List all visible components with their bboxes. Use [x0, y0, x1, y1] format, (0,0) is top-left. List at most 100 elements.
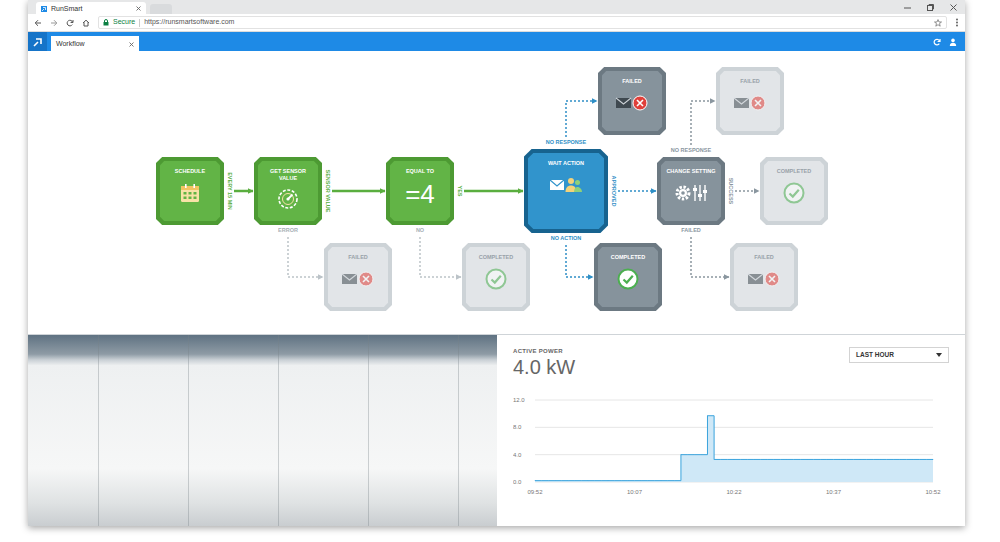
data-point	[607, 480, 609, 482]
node-body: FAILED	[602, 71, 662, 131]
data-point	[640, 480, 642, 482]
workflow-node[interactable]: FAILED	[716, 67, 784, 135]
port-label: NO	[416, 228, 424, 234]
grid-line	[535, 400, 933, 401]
x-tick: 10:07	[627, 489, 643, 495]
workflow-node[interactable]: WAIT ACTION	[524, 149, 608, 233]
close-window-icon[interactable]	[950, 4, 957, 11]
minimize-icon[interactable]	[904, 4, 911, 11]
workflow-canvas: EVERY 15 MINSENSOR VALUEERRORYESNONO RES…	[28, 51, 965, 334]
app-tab[interactable]: Workflow	[51, 36, 139, 51]
data-point	[713, 459, 715, 461]
app-bar: Workflow	[28, 32, 965, 51]
browser-tabs: RunSmart	[36, 2, 146, 14]
data-point	[912, 459, 914, 461]
address-field[interactable]: Secure https://runsmartsoftware.com	[98, 16, 947, 29]
workflow-node[interactable]: FAILED	[324, 243, 392, 311]
chart-header: ACTIVE POWER 4.0 kW LAST HOUR	[513, 347, 949, 378]
workflow-node[interactable]: COMPLETED	[594, 243, 662, 311]
app-actions	[933, 32, 965, 51]
connector	[234, 190, 253, 193]
url-text[interactable]: https://runsmartsoftware.com	[144, 18, 234, 26]
node-label: FAILED	[735, 78, 765, 85]
connector	[735, 190, 759, 192]
series-area	[535, 416, 933, 482]
data-point	[693, 454, 695, 456]
mail-error-icon	[341, 267, 375, 291]
data-point	[687, 454, 689, 456]
back-icon[interactable]	[34, 19, 42, 27]
data-point	[541, 480, 543, 482]
data-point	[567, 480, 569, 482]
connector	[288, 237, 323, 277]
port-label: NO RESPONSE	[671, 148, 711, 154]
tab-strip: RunSmart	[28, 0, 965, 14]
connector	[691, 237, 729, 277]
logo-icon[interactable]	[28, 32, 47, 51]
data-point	[746, 459, 748, 461]
node-label: COMPLETED	[772, 168, 817, 175]
data-point	[667, 480, 669, 482]
chart-title: ACTIVE POWER	[513, 347, 575, 356]
node-label: COMPLETED	[474, 254, 519, 261]
new-tab-button[interactable]	[150, 4, 172, 14]
data-point	[620, 480, 622, 482]
data-point	[919, 459, 921, 461]
workflow-node[interactable]: COMPLETED	[462, 243, 530, 311]
mail-people-icon	[549, 173, 583, 197]
workflow-node[interactable]: CHANGE SETTING	[657, 157, 725, 225]
mail-error-icon	[747, 267, 781, 291]
data-point	[780, 459, 782, 461]
close-tab-icon[interactable]	[129, 40, 134, 47]
workflow-node[interactable]: GET SENSOR VALUE	[254, 157, 322, 225]
restore-icon[interactable]	[927, 4, 934, 11]
data-point	[799, 459, 801, 461]
data-point	[826, 459, 828, 461]
workflow-node[interactable]: FAILED	[730, 243, 798, 311]
node-label: FAILED	[617, 78, 647, 85]
node-body: FAILED	[720, 71, 780, 131]
browser-tab[interactable]: RunSmart	[36, 2, 146, 14]
data-point	[587, 480, 589, 482]
connector	[464, 190, 523, 193]
node-label: COMPLETED	[606, 254, 651, 261]
data-point	[673, 480, 675, 482]
data-point	[534, 480, 536, 482]
reload-icon[interactable]	[66, 19, 74, 27]
photo	[28, 335, 497, 526]
refresh-icon[interactable]	[933, 38, 941, 46]
menu-icon[interactable]	[955, 18, 959, 27]
y-tick: 8.0	[513, 424, 522, 430]
data-point	[600, 480, 602, 482]
user-icon[interactable]	[949, 38, 957, 46]
lock-icon	[103, 19, 109, 26]
workflow-node[interactable]: EQUAL TO=4	[386, 157, 454, 225]
data-point	[833, 459, 835, 461]
star-icon[interactable]	[934, 19, 942, 27]
node-label: CHANGE SETTING	[661, 168, 720, 175]
security-label: Secure	[113, 18, 135, 26]
workflow-node[interactable]: COMPLETED	[760, 157, 828, 225]
data-point	[581, 480, 583, 482]
port-label: ERROR	[278, 228, 298, 234]
range-label: LAST HOUR	[856, 350, 894, 360]
data-point	[554, 480, 556, 482]
data-point	[932, 459, 934, 461]
close-tab-icon[interactable]	[136, 5, 141, 12]
data-point	[872, 459, 874, 461]
port-label: NO RESPONSE	[546, 140, 586, 146]
data-point	[707, 415, 709, 417]
node-body: GET SENSOR VALUE	[258, 161, 318, 221]
forward-icon[interactable]	[50, 19, 58, 27]
home-icon[interactable]	[82, 19, 90, 27]
workflow-node[interactable]: SCHEDULE	[156, 157, 224, 225]
data-point	[627, 480, 629, 482]
range-dropdown[interactable]: LAST HOUR	[849, 347, 949, 363]
workflow-node[interactable]: FAILED	[598, 67, 666, 135]
data-point	[547, 480, 549, 482]
bottom-panels: ACTIVE POWER 4.0 kW LAST HOUR 12.08.04.0…	[28, 334, 965, 526]
data-point	[899, 459, 901, 461]
power-chart: 12.08.04.00.009:5210:0710:2210:3710:52	[513, 394, 949, 502]
data-point	[866, 459, 868, 461]
data-point	[892, 459, 894, 461]
